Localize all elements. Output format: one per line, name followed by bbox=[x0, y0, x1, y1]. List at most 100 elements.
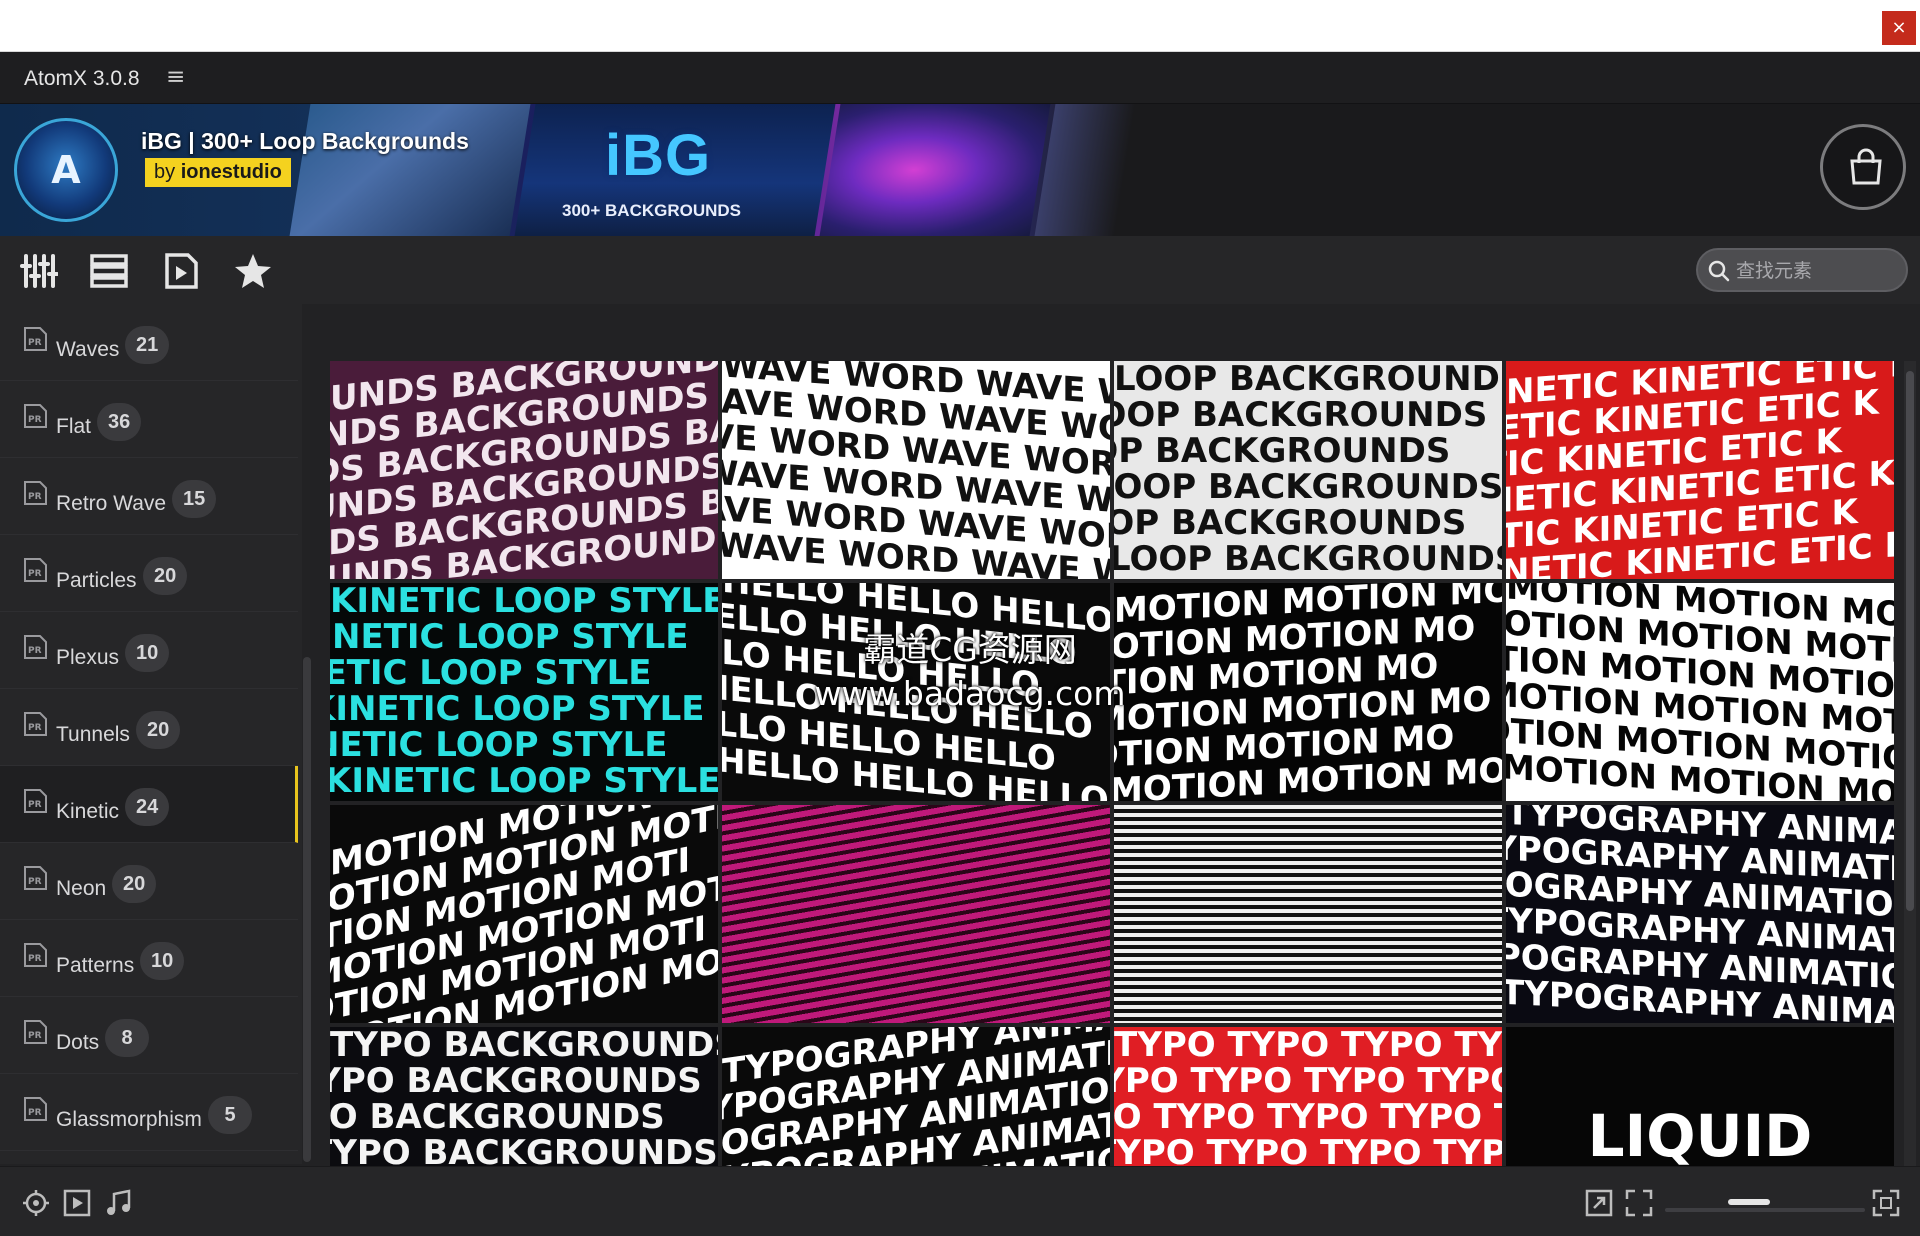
banner-author: ionestudio bbox=[180, 161, 282, 183]
sidebar-item-waves[interactable]: PR Waves 21 bbox=[0, 304, 298, 381]
target-button[interactable] bbox=[22, 1189, 52, 1219]
sidebar-item-plexus[interactable]: PR Plexus 10 bbox=[0, 612, 298, 689]
watermark: 霸道CG资源网 www.badaocg.com bbox=[760, 628, 1180, 716]
shop-button[interactable] bbox=[1820, 124, 1906, 210]
thumbnail-artwork: NETIC KINETIC ETIC K NETIC KINETIC ETIC K… bbox=[1506, 361, 1894, 579]
premiere-project-icon: PR bbox=[24, 789, 47, 813]
thumbnail-artwork: LOOP BACKGROUNDSLOOP BACKGROUNDSLOOP BAC… bbox=[1114, 361, 1502, 579]
fit-button[interactable] bbox=[1625, 1189, 1655, 1219]
sidebar-item-count: 36 bbox=[97, 403, 142, 441]
thumbnail-artwork: MOTION MOTION MOTION MOTION MOTION MOTION… bbox=[1506, 583, 1894, 801]
thumbnail-artwork bbox=[1114, 805, 1502, 1023]
asset-thumbnail[interactable]: UNDS BACKGROUNDS BACUNDS BACKGROUNDS BAC… bbox=[330, 361, 718, 579]
sidebar-item-label: Tunnels bbox=[56, 723, 130, 746]
app-titlebar: AtomX 3.0.8 ≡ bbox=[0, 52, 1920, 104]
sidebar-item-neon[interactable]: PR Neon 20 bbox=[0, 843, 298, 920]
sidebar-scroll-thumb[interactable] bbox=[303, 657, 311, 1162]
thumbnail-text-line: LOOP BACKGROUNDS bbox=[1114, 395, 1488, 435]
premiere-project-icon: PR bbox=[24, 1097, 47, 1121]
category-sidebar: PR Waves 21 PR Flat 36 PR Retro Wave 15 PR Particl… bbox=[0, 304, 302, 1164]
asset-thumbnail[interactable]: NETIC KINETIC ETIC K NETIC KINETIC ETIC K… bbox=[1506, 361, 1894, 579]
asset-thumbnail[interactable]: TYPOGRAPHY ANIMATIONTYPOGRAPHY ANIMATION… bbox=[1506, 805, 1894, 1023]
grid-scroll-thumb[interactable] bbox=[1906, 371, 1914, 911]
logo-glyph: A bbox=[51, 148, 81, 192]
thumbnail-text-line: KINETIC LOOP STYLE bbox=[330, 725, 668, 765]
thumbnail-text-line: KINETIC LOOP STYLE bbox=[330, 617, 689, 657]
premiere-project-icon: PR bbox=[24, 1020, 47, 1044]
banner-by-prefix: by bbox=[154, 161, 181, 183]
app-title: AtomX 3.0.8 bbox=[24, 67, 140, 90]
asset-thumbnail[interactable]: LOOP BACKGROUNDSLOOP BACKGROUNDSLOOP BAC… bbox=[1114, 361, 1502, 579]
sidebar-item-kinetic[interactable]: PR Kinetic 24 bbox=[0, 766, 298, 843]
premiere-project-icon: PR bbox=[24, 481, 47, 505]
thumbnail-artwork: TYPOGRAPHY ANIMATIONTYPOGRAPHY ANIMATION… bbox=[1506, 805, 1894, 1023]
sidebar-item-dots[interactable]: PR Dots 8 bbox=[0, 997, 298, 1074]
thumbnail-artwork: KINETIC LOOP STYLEKINETIC LOOP STYLEKINE… bbox=[330, 583, 718, 801]
watermark-line-2: www.badaocg.com bbox=[814, 674, 1126, 713]
thumbnail-text-line: LOOP BACKGROUNDS bbox=[1114, 431, 1451, 471]
music-button[interactable] bbox=[104, 1189, 134, 1219]
sidebar-scrollbar[interactable] bbox=[302, 362, 312, 1162]
sidebar-item-retro-wave[interactable]: PR Retro Wave 15 bbox=[0, 458, 298, 535]
sidebar-item-particles[interactable]: PR Particles 20 bbox=[0, 535, 298, 612]
zoom-slider[interactable] bbox=[1665, 1208, 1865, 1212]
bottom-bar bbox=[0, 1166, 1920, 1236]
sidebar-item-label: Particles bbox=[56, 569, 137, 592]
premiere-project-icon: PR bbox=[24, 866, 47, 890]
search-box[interactable] bbox=[1696, 248, 1908, 292]
filters-button[interactable] bbox=[16, 248, 62, 294]
favorites-button[interactable] bbox=[230, 248, 276, 294]
asset-thumbnail[interactable] bbox=[722, 805, 1110, 1023]
sidebar-item-count: 5 bbox=[208, 1096, 252, 1134]
sidebar-item-count: 8 bbox=[105, 1019, 149, 1057]
premiere-project-icon: PR bbox=[24, 943, 47, 967]
fullscreen-icon bbox=[1872, 1189, 1900, 1217]
fullscreen-button[interactable] bbox=[1872, 1189, 1902, 1219]
sidebar-item-patterns[interactable]: PR Patterns 10 bbox=[0, 920, 298, 997]
sidebar-item-count: 10 bbox=[125, 634, 170, 672]
sidebar-item-glassmorphism[interactable]: PR Glassmorphism 5 bbox=[0, 1074, 298, 1151]
target-icon bbox=[23, 1190, 49, 1216]
watermark-line-1: 霸道CG资源网 bbox=[863, 630, 1077, 669]
os-titlebar: × bbox=[0, 0, 1920, 52]
premiere-project-icon: PR bbox=[24, 327, 47, 351]
toolbar bbox=[0, 236, 1920, 304]
sidebar-item-count: 20 bbox=[143, 557, 188, 595]
preview-icon bbox=[165, 253, 198, 289]
grid-scrollbar[interactable] bbox=[1904, 361, 1916, 1216]
asset-thumbnail[interactable]: MOTION MOTION MOTION MOTION MOTION MOTION… bbox=[1506, 583, 1894, 801]
asset-thumbnail[interactable]: KINETIC LOOP STYLEKINETIC LOOP STYLEKINE… bbox=[330, 583, 718, 801]
preview-button[interactable] bbox=[158, 248, 204, 294]
thumbnail-text-line: TYPO BACKGROUNDS bbox=[330, 1097, 665, 1137]
sidebar-item-label: Retro Wave bbox=[56, 492, 167, 515]
asset-thumbnail[interactable]: MOTION MOTION MOTIMOTION MOTION MOTIMOTI… bbox=[330, 805, 718, 1023]
hamburger-menu-icon[interactable]: ≡ bbox=[166, 64, 185, 90]
shopping-bag-icon bbox=[1850, 148, 1882, 185]
thumbnail-text-line: TYPO TYPO TYPO TYPO TYPO bbox=[1114, 1027, 1502, 1065]
thumbnail-artwork: WAVE WORD WAVE WORD WAVE WORD WAVE WORD WA… bbox=[722, 361, 1110, 579]
asset-thumbnail[interactable] bbox=[1114, 805, 1502, 1023]
sidebar-item-tunnels[interactable]: PR Tunnels 20 bbox=[0, 689, 298, 766]
list-view-icon bbox=[90, 254, 128, 288]
zoom-slider-handle[interactable] bbox=[1728, 1199, 1771, 1205]
sidebar-item-count: 20 bbox=[112, 865, 157, 903]
thumbnail-artwork bbox=[722, 805, 1110, 1023]
svg-text:PR: PR bbox=[28, 415, 42, 425]
external-link-button[interactable] bbox=[1585, 1189, 1615, 1219]
sidebar-item-label: Dots bbox=[56, 1031, 100, 1054]
sidebar-item-count: 15 bbox=[172, 480, 217, 518]
search-icon bbox=[1708, 260, 1730, 282]
promo-banner[interactable]: A iBG | 300+ Loop Backgrounds by ionestu… bbox=[0, 104, 1920, 236]
banner-author-badge: by ionestudio bbox=[145, 158, 291, 187]
thumbnail-text-line: LOOP BACKGROUNDS bbox=[1114, 503, 1467, 543]
window-close-button[interactable]: × bbox=[1882, 11, 1916, 45]
svg-text:PR: PR bbox=[28, 723, 42, 733]
search-input[interactable] bbox=[1736, 257, 1896, 285]
asset-thumbnail[interactable]: WAVE WORD WAVE WORD WAVE WORD WAVE WORD WA… bbox=[722, 361, 1110, 579]
play-button[interactable] bbox=[63, 1189, 93, 1219]
filters-icon bbox=[20, 254, 58, 288]
sidebar-item-flat[interactable]: PR Flat 36 bbox=[0, 381, 298, 458]
premiere-project-icon: PR bbox=[24, 712, 47, 736]
thumbnail-text-line: KINETIC LOOP STYLE bbox=[330, 689, 705, 729]
list-view-button[interactable] bbox=[86, 248, 132, 294]
